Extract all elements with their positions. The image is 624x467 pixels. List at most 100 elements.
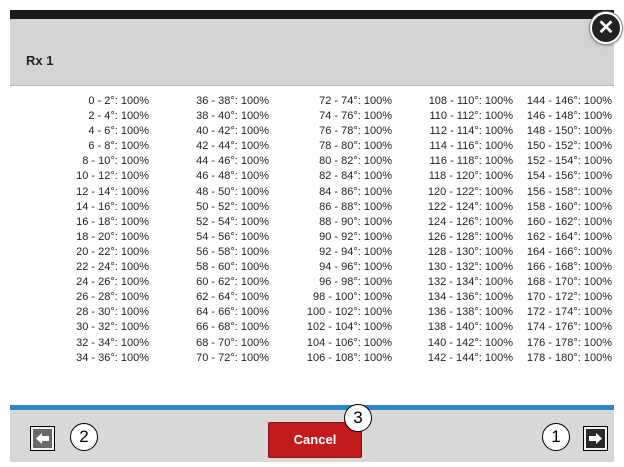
table-cell: 92 - 94°: 100% <box>319 245 392 258</box>
table-cell: 162 - 164°: 100% <box>526 230 612 243</box>
table-cell: 58 - 60°: 100% <box>196 261 269 274</box>
table-cell: 6 - 8°: 100% <box>88 140 149 153</box>
table-column-2: 72 - 74°: 100% 74 - 76°: 100% 76 - 78°: 10… <box>272 94 392 366</box>
arrow-left-icon <box>36 433 49 444</box>
table-cell: 72 - 74°: 100% <box>319 95 392 107</box>
table-cell: 142 - 144°: 100% <box>427 351 513 364</box>
table-cell: 30 - 32°: 100% <box>76 321 149 334</box>
table-column-3: 108 - 110°: 100% 110 - 112°: 100% 112 - 11… <box>394 94 513 366</box>
table-cell: 140 - 142°: 100% <box>427 336 513 349</box>
table-cell: 18 - 20°: 100% <box>76 230 149 243</box>
dialog-title: Rx 1 <box>26 53 54 68</box>
table-cell: 172 - 174°: 100% <box>526 306 612 319</box>
table-cell: 20 - 22°: 100% <box>76 245 149 258</box>
table-cell: 42 - 44°: 100% <box>196 140 269 153</box>
table-cell: 4 - 6°: 100% <box>88 125 149 138</box>
table-cell: 86 - 88°: 100% <box>319 200 392 213</box>
table-cell: 152 - 154°: 100% <box>526 155 612 168</box>
table-cell: 22 - 24°: 100% <box>76 261 149 274</box>
table-cell: 170 - 172°: 100% <box>526 291 612 304</box>
table-cell: 0 - 2°: 100% <box>88 95 149 107</box>
table-cell: 88 - 90°: 100% <box>319 215 392 228</box>
table-cell: 40 - 42°: 100% <box>196 125 269 138</box>
table-cell: 84 - 86°: 100% <box>319 185 392 198</box>
table-cell: 116 - 118°: 100% <box>429 155 514 168</box>
table-cell: 166 - 168°: 100% <box>526 261 612 274</box>
table-cell: 48 - 50°: 100% <box>196 185 269 198</box>
table-cell: 146 - 148°: 100% <box>526 110 612 123</box>
table-cell: 94 - 96°: 100% <box>319 261 392 274</box>
table-cell: 122 - 124°: 100% <box>427 200 513 213</box>
table-cell: 26 - 28°: 100% <box>76 291 149 304</box>
dialog-header: Rx 1 <box>10 19 614 86</box>
table-cell: 96 - 98°: 100% <box>319 276 392 289</box>
angle-table: 0 - 2°: 100% 2 - 4°: 100% 4 - 6°: 100% 6 - … <box>10 86 614 404</box>
table-cell: 104 - 106°: 100% <box>306 336 392 349</box>
table-cell: 102 - 104°: 100% <box>306 321 392 334</box>
table-cell: 28 - 30°: 100% <box>76 306 149 319</box>
table-cell: 126 - 128°: 100% <box>427 230 513 243</box>
table-cell: 132 - 134°: 100% <box>427 276 513 289</box>
table-cell: 24 - 26°: 100% <box>76 276 149 289</box>
table-cell: 60 - 62°: 100% <box>196 276 269 289</box>
table-cell: 52 - 54°: 100% <box>196 215 269 228</box>
table-cell: 128 - 130°: 100% <box>427 245 513 258</box>
table-cell: 160 - 162°: 100% <box>526 215 612 228</box>
table-column-4: 144 - 146°: 100% 146 - 148°: 100% 148 - 15… <box>515 94 612 366</box>
table-cell: 14 - 16°: 100% <box>76 200 149 213</box>
table-cell: 8 - 10°: 100% <box>82 155 149 168</box>
table-cell: 124 - 126°: 100% <box>427 215 513 228</box>
arrow-right-icon <box>589 433 602 444</box>
table-cell: 136 - 138°: 100% <box>427 306 513 319</box>
table-cell: 168 - 170°: 100% <box>526 276 612 289</box>
table-cell: 106 - 108°: 100% <box>306 351 392 364</box>
table-cell: 44 - 46°: 100% <box>196 155 269 168</box>
table-cell: 70 - 72°: 100% <box>196 351 269 364</box>
table-cell: 158 - 160°: 100% <box>526 200 612 213</box>
table-cell: 32 - 34°: 100% <box>76 336 149 349</box>
table-cell: 144 - 146°: 100% <box>526 95 612 107</box>
table-cell: 150 - 152°: 100% <box>526 140 612 153</box>
table-cell: 120 - 122°: 100% <box>427 185 513 198</box>
table-cell: 110 - 112°: 100% <box>429 110 514 123</box>
table-cell: 130 - 132°: 100% <box>427 261 513 274</box>
table-cell: 176 - 178°: 100% <box>526 336 612 349</box>
table-column-1: 36 - 38°: 100% 38 - 40°: 100% 40 - 42°: 10… <box>152 94 269 366</box>
table-cell: 78 - 80°: 100% <box>319 140 392 153</box>
table-cell: 2 - 4°: 100% <box>88 110 149 123</box>
table-cell: 80 - 82°: 100% <box>319 155 392 168</box>
close-button[interactable]: ✕ <box>590 12 622 44</box>
table-cell: 114 - 116°: 100% <box>429 140 514 153</box>
table-cell: 90 - 92°: 100% <box>319 230 392 243</box>
table-cell: 12 - 14°: 100% <box>76 185 149 198</box>
callout-3: 3 <box>344 404 372 432</box>
close-icon: ✕ <box>597 17 615 39</box>
previous-button[interactable] <box>30 426 55 451</box>
table-cell: 66 - 68°: 100% <box>196 321 269 334</box>
table-column-0: 0 - 2°: 100% 2 - 4°: 100% 4 - 6°: 100% 6 - … <box>14 94 149 366</box>
table-cell: 56 - 58°: 100% <box>196 245 269 258</box>
table-cell: 118 - 120°: 100% <box>428 170 513 183</box>
table-cell: 76 - 78°: 100% <box>319 125 392 138</box>
table-cell: 74 - 76°: 100% <box>319 110 392 123</box>
table-cell: 134 - 136°: 100% <box>427 291 513 304</box>
table-cell: 68 - 70°: 100% <box>196 336 269 349</box>
table-cell: 174 - 176°: 100% <box>526 321 612 334</box>
table-cell: 156 - 158°: 100% <box>526 185 612 198</box>
table-cell: 98 - 100°: 100% <box>312 291 392 304</box>
table-cell: 154 - 156°: 100% <box>526 170 612 183</box>
table-cell: 178 - 180°: 100% <box>526 351 612 364</box>
table-cell: 108 - 110°: 100% <box>428 95 513 107</box>
table-cell: 36 - 38°: 100% <box>196 95 269 107</box>
table-cell: 46 - 48°: 100% <box>196 170 269 183</box>
table-cell: 16 - 18°: 100% <box>76 215 149 228</box>
table-cell: 82 - 84°: 100% <box>319 170 392 183</box>
table-cell: 148 - 150°: 100% <box>526 125 612 138</box>
table-cell: 34 - 36°: 100% <box>76 351 149 364</box>
next-button[interactable] <box>583 426 608 451</box>
dialog-top-bar <box>10 10 614 19</box>
table-cell: 54 - 56°: 100% <box>196 230 269 243</box>
table-cell: 138 - 140°: 100% <box>427 321 513 334</box>
table-cell: 112 - 114°: 100% <box>429 125 514 138</box>
callout-1: 1 <box>542 423 570 451</box>
